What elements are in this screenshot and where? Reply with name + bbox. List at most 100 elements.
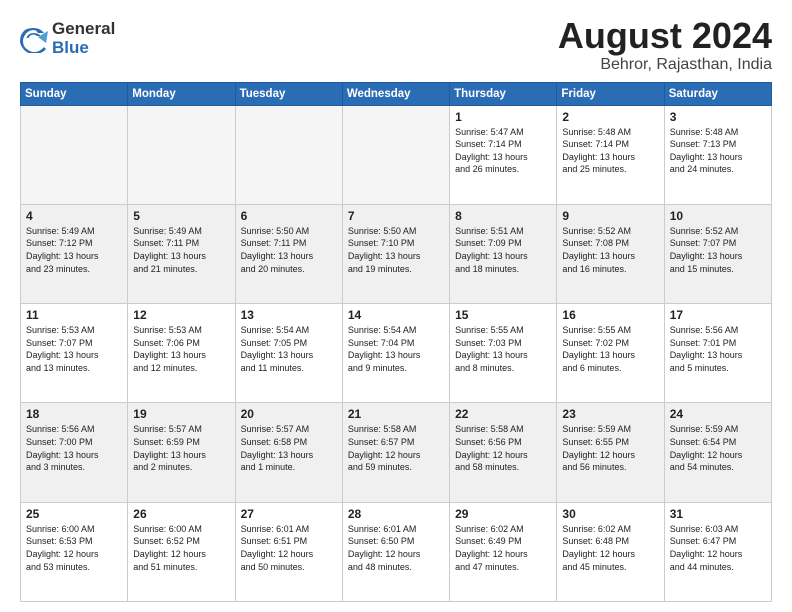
calendar-table: Sunday Monday Tuesday Wednesday Thursday…: [20, 82, 772, 602]
day-number: 23: [562, 407, 658, 421]
day-number: 4: [26, 209, 122, 223]
day-number: 10: [670, 209, 766, 223]
day-number: 12: [133, 308, 229, 322]
header: General Blue August 2024 Behror, Rajasth…: [20, 16, 772, 74]
table-row: [21, 105, 128, 204]
day-number: 5: [133, 209, 229, 223]
header-tuesday: Tuesday: [235, 82, 342, 105]
day-info: Sunrise: 5:59 AM Sunset: 6:54 PM Dayligh…: [670, 423, 766, 473]
day-number: 7: [348, 209, 444, 223]
day-number: 24: [670, 407, 766, 421]
day-number: 30: [562, 507, 658, 521]
day-number: 2: [562, 110, 658, 124]
table-row: 12 Sunrise: 5:53 AM Sunset: 7:06 PM Dayli…: [128, 304, 235, 403]
day-info: Sunrise: 6:02 AM Sunset: 6:48 PM Dayligh…: [562, 523, 658, 573]
table-row: 24 Sunrise: 5:59 AM Sunset: 6:54 PM Dayli…: [664, 403, 771, 502]
day-info: Sunrise: 5:48 AM Sunset: 7:13 PM Dayligh…: [670, 126, 766, 176]
day-info: Sunrise: 6:01 AM Sunset: 6:51 PM Dayligh…: [241, 523, 337, 573]
day-info: Sunrise: 6:03 AM Sunset: 6:47 PM Dayligh…: [670, 523, 766, 573]
day-number: 9: [562, 209, 658, 223]
day-info: Sunrise: 5:57 AM Sunset: 6:59 PM Dayligh…: [133, 423, 229, 473]
table-row: 10 Sunrise: 5:52 AM Sunset: 7:07 PM Dayli…: [664, 204, 771, 303]
day-info: Sunrise: 5:54 AM Sunset: 7:04 PM Dayligh…: [348, 324, 444, 374]
calendar-week-row: 18Sunrise: 5:56 AM Sunset: 7:00 PM Dayli…: [21, 403, 772, 502]
location: Behror, Rajasthan, India: [558, 56, 772, 74]
table-row: 21Sunrise: 5:58 AM Sunset: 6:57 PM Dayli…: [342, 403, 449, 502]
table-row: [235, 105, 342, 204]
table-row: 19Sunrise: 5:57 AM Sunset: 6:59 PM Dayli…: [128, 403, 235, 502]
calendar-week-row: 11 Sunrise: 5:53 AM Sunset: 7:07 PM Dayli…: [21, 304, 772, 403]
day-number: 11: [26, 308, 122, 322]
day-info: Sunrise: 5:54 AM Sunset: 7:05 PM Dayligh…: [241, 324, 337, 374]
table-row: 8Sunrise: 5:51 AM Sunset: 7:09 PM Daylig…: [450, 204, 557, 303]
day-info: Sunrise: 5:52 AM Sunset: 7:07 PM Dayligh…: [670, 225, 766, 275]
day-info: Sunrise: 5:52 AM Sunset: 7:08 PM Dayligh…: [562, 225, 658, 275]
table-row: 15Sunrise: 5:55 AM Sunset: 7:03 PM Dayli…: [450, 304, 557, 403]
table-row: 29Sunrise: 6:02 AM Sunset: 6:49 PM Dayli…: [450, 502, 557, 601]
page: General Blue August 2024 Behror, Rajasth…: [0, 0, 792, 612]
day-info: Sunrise: 5:50 AM Sunset: 7:10 PM Dayligh…: [348, 225, 444, 275]
table-row: 22Sunrise: 5:58 AM Sunset: 6:56 PM Dayli…: [450, 403, 557, 502]
day-number: 6: [241, 209, 337, 223]
table-row: 14 Sunrise: 5:54 AM Sunset: 7:04 PM Dayli…: [342, 304, 449, 403]
day-info: Sunrise: 5:58 AM Sunset: 6:57 PM Dayligh…: [348, 423, 444, 473]
logo-icon: [20, 25, 48, 53]
day-number: 31: [670, 507, 766, 521]
table-row: 7 Sunrise: 5:50 AM Sunset: 7:10 PM Daylig…: [342, 204, 449, 303]
day-number: 20: [241, 407, 337, 421]
table-row: [342, 105, 449, 204]
day-info: Sunrise: 5:56 AM Sunset: 7:01 PM Dayligh…: [670, 324, 766, 374]
table-row: 27Sunrise: 6:01 AM Sunset: 6:51 PM Dayli…: [235, 502, 342, 601]
day-info: Sunrise: 6:01 AM Sunset: 6:50 PM Dayligh…: [348, 523, 444, 573]
day-info: Sunrise: 5:51 AM Sunset: 7:09 PM Dayligh…: [455, 225, 551, 275]
header-sunday: Sunday: [21, 82, 128, 105]
table-row: 31 Sunrise: 6:03 AM Sunset: 6:47 PM Dayli…: [664, 502, 771, 601]
day-number: 25: [26, 507, 122, 521]
logo-text: General Blue: [52, 20, 115, 57]
day-info: Sunrise: 5:53 AM Sunset: 7:07 PM Dayligh…: [26, 324, 122, 374]
day-info: Sunrise: 5:58 AM Sunset: 6:56 PM Dayligh…: [455, 423, 551, 473]
day-info: Sunrise: 5:48 AM Sunset: 7:14 PM Dayligh…: [562, 126, 658, 176]
table-row: 18Sunrise: 5:56 AM Sunset: 7:00 PM Dayli…: [21, 403, 128, 502]
calendar-week-row: 25 Sunrise: 6:00 AM Sunset: 6:53 PM Dayli…: [21, 502, 772, 601]
header-monday: Monday: [128, 82, 235, 105]
table-row: 26Sunrise: 6:00 AM Sunset: 6:52 PM Dayli…: [128, 502, 235, 601]
day-number: 1: [455, 110, 551, 124]
table-row: 2 Sunrise: 5:48 AM Sunset: 7:14 PM Daylig…: [557, 105, 664, 204]
day-info: Sunrise: 5:49 AM Sunset: 7:12 PM Dayligh…: [26, 225, 122, 275]
table-row: 16 Sunrise: 5:55 AM Sunset: 7:02 PM Dayli…: [557, 304, 664, 403]
day-number: 14: [348, 308, 444, 322]
day-info: Sunrise: 5:55 AM Sunset: 7:02 PM Dayligh…: [562, 324, 658, 374]
calendar-week-row: 4 Sunrise: 5:49 AM Sunset: 7:12 PM Daylig…: [21, 204, 772, 303]
table-row: 28 Sunrise: 6:01 AM Sunset: 6:50 PM Dayli…: [342, 502, 449, 601]
logo-blue: Blue: [52, 39, 115, 58]
calendar-week-row: 1 Sunrise: 5:47 AM Sunset: 7:14 PM Daylig…: [21, 105, 772, 204]
day-number: 29: [455, 507, 551, 521]
table-row: 6Sunrise: 5:50 AM Sunset: 7:11 PM Daylig…: [235, 204, 342, 303]
table-row: [128, 105, 235, 204]
header-wednesday: Wednesday: [342, 82, 449, 105]
logo-general: General: [52, 20, 115, 39]
table-row: 23 Sunrise: 5:59 AM Sunset: 6:55 PM Dayli…: [557, 403, 664, 502]
header-friday: Friday: [557, 82, 664, 105]
table-row: 3 Sunrise: 5:48 AM Sunset: 7:13 PM Daylig…: [664, 105, 771, 204]
table-row: 1 Sunrise: 5:47 AM Sunset: 7:14 PM Daylig…: [450, 105, 557, 204]
day-number: 28: [348, 507, 444, 521]
header-saturday: Saturday: [664, 82, 771, 105]
table-row: 5Sunrise: 5:49 AM Sunset: 7:11 PM Daylig…: [128, 204, 235, 303]
day-number: 16: [562, 308, 658, 322]
day-number: 18: [26, 407, 122, 421]
table-row: 4 Sunrise: 5:49 AM Sunset: 7:12 PM Daylig…: [21, 204, 128, 303]
header-thursday: Thursday: [450, 82, 557, 105]
day-info: Sunrise: 5:59 AM Sunset: 6:55 PM Dayligh…: [562, 423, 658, 473]
logo: General Blue: [20, 20, 115, 57]
day-info: Sunrise: 6:00 AM Sunset: 6:53 PM Dayligh…: [26, 523, 122, 573]
table-row: 13Sunrise: 5:54 AM Sunset: 7:05 PM Dayli…: [235, 304, 342, 403]
day-info: Sunrise: 5:53 AM Sunset: 7:06 PM Dayligh…: [133, 324, 229, 374]
table-row: 11 Sunrise: 5:53 AM Sunset: 7:07 PM Dayli…: [21, 304, 128, 403]
day-info: Sunrise: 5:57 AM Sunset: 6:58 PM Dayligh…: [241, 423, 337, 473]
day-number: 15: [455, 308, 551, 322]
day-info: Sunrise: 5:47 AM Sunset: 7:14 PM Dayligh…: [455, 126, 551, 176]
calendar-header-row: Sunday Monday Tuesday Wednesday Thursday…: [21, 82, 772, 105]
day-number: 3: [670, 110, 766, 124]
